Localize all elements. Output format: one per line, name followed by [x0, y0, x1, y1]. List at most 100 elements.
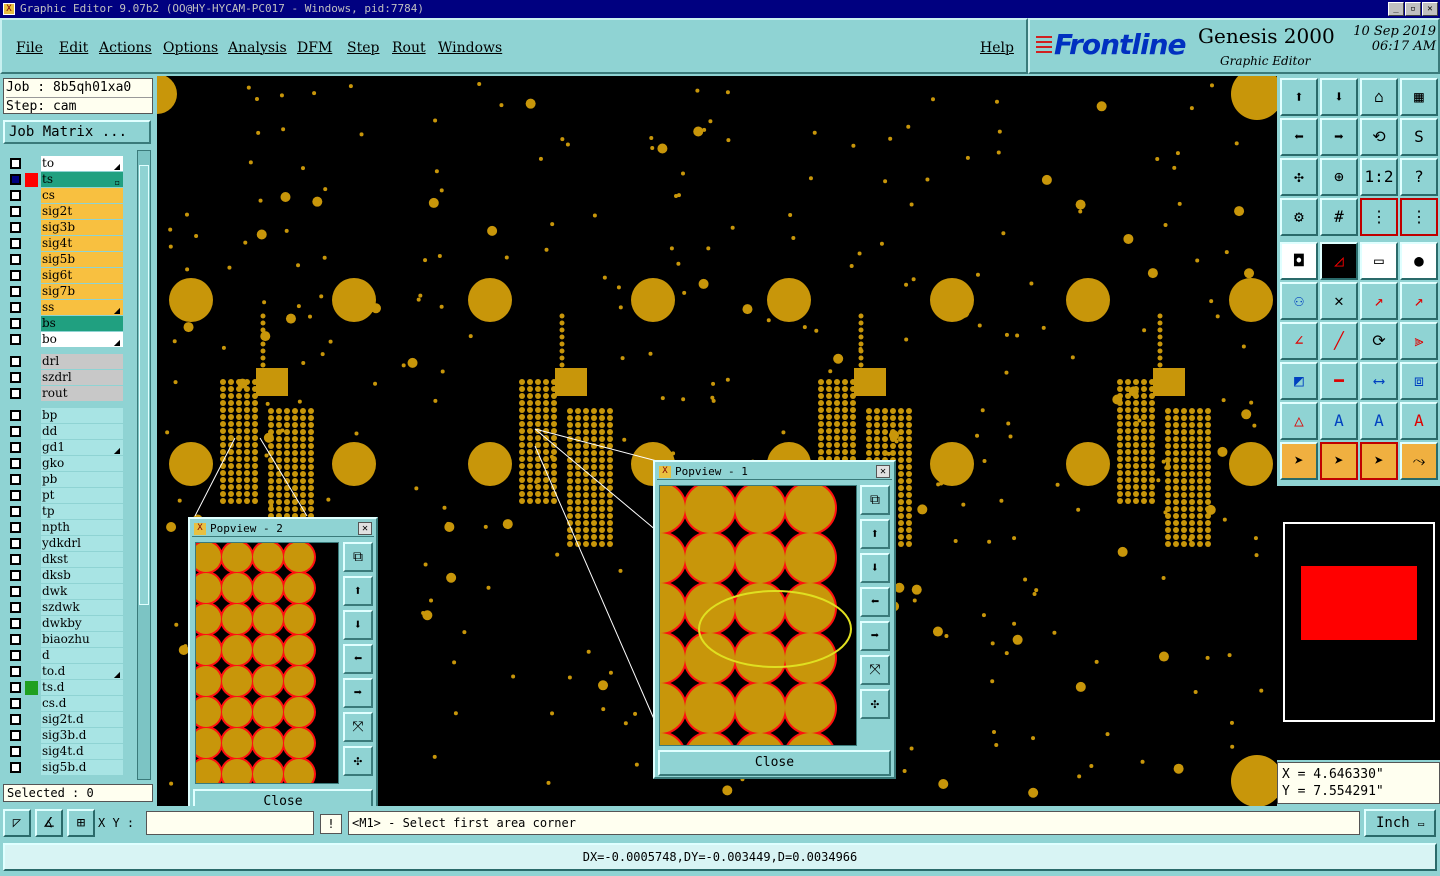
measure-icon[interactable]: ⚙: [1280, 198, 1318, 236]
layer-row-sig7b[interactable]: sig7b: [5, 284, 125, 300]
layer-name[interactable]: ts.d: [41, 680, 123, 695]
menu-rout[interactable]: Rout: [392, 40, 426, 56]
pv1-zoom-out-icon[interactable]: ⤧: [860, 655, 890, 685]
layer-checkbox[interactable]: [10, 158, 21, 169]
menu-analysis[interactable]: Analysis: [228, 40, 287, 56]
pv1-pan-right-icon[interactable]: ➡: [860, 621, 890, 651]
layer-row-ts[interactable]: ts ▫: [5, 172, 125, 188]
polygon-icon[interactable]: △: [1280, 402, 1318, 440]
popview-2-view[interactable]: [195, 542, 339, 784]
layer-row-dwkby[interactable]: dwkby: [5, 616, 125, 632]
layer-name[interactable]: sig4t.d: [41, 744, 123, 759]
layer-name[interactable]: biaozhu: [41, 632, 123, 647]
text-edit-icon[interactable]: A: [1360, 402, 1398, 440]
layer-checkbox[interactable]: [10, 650, 21, 661]
overview-viewport[interactable]: [1301, 566, 1417, 640]
save-step-icon[interactable]: ⬇: [1320, 78, 1358, 116]
zoom-1-2-icon[interactable]: 1:2: [1360, 158, 1398, 196]
popview-1-close-icon[interactable]: ✕: [876, 465, 890, 478]
layer-checkbox[interactable]: [10, 372, 21, 383]
menu-help[interactable]: Help: [980, 40, 1014, 56]
pan-left-icon[interactable]: ⬅: [1280, 118, 1318, 156]
layer-name[interactable]: sig6t: [41, 268, 123, 283]
snap-center-icon[interactable]: ⋮: [1400, 198, 1438, 236]
layer-checkbox[interactable]: [10, 746, 21, 757]
shapes-icon[interactable]: ⧈: [1400, 362, 1438, 400]
zoom-area-icon[interactable]: ◸: [3, 809, 31, 837]
layer-checkbox[interactable]: [10, 554, 21, 565]
layer-row-tp[interactable]: tp: [5, 504, 125, 520]
menu-actions[interactable]: Actions: [99, 40, 152, 56]
layer-row-bo[interactable]: bo ◢: [5, 332, 125, 348]
delete-icon[interactable]: ✕: [1320, 282, 1358, 320]
layer-name[interactable]: pt: [41, 488, 123, 503]
layer-checkbox[interactable]: [10, 714, 21, 725]
pad-icon[interactable]: ●: [1400, 242, 1438, 280]
layer-checkbox[interactable]: [10, 190, 21, 201]
menu-edit[interactable]: Edit: [59, 40, 88, 56]
layer-checkbox[interactable]: [10, 682, 21, 693]
draw-line-icon[interactable]: ◿: [1320, 242, 1358, 280]
pv1-pan-left-icon[interactable]: ⬅: [860, 587, 890, 617]
layer-checkbox[interactable]: [10, 522, 21, 533]
layer-checkbox[interactable]: [10, 334, 21, 345]
layer-checkbox[interactable]: [10, 730, 21, 741]
popview-1-close-button[interactable]: Close: [658, 750, 891, 776]
pointer-select-icon[interactable]: ➤: [1360, 442, 1398, 480]
zoom-fit-icon[interactable]: ✣: [1280, 158, 1318, 196]
layer-name[interactable]: szdwk: [41, 600, 123, 615]
pan-right-icon[interactable]: ➡: [1320, 118, 1358, 156]
layer-row-sig5b[interactable]: sig5b: [5, 252, 125, 268]
layer-name[interactable]: sig5b.d: [41, 760, 123, 775]
help-icon[interactable]: ?: [1400, 158, 1438, 196]
unit-selector[interactable]: Inch ▭: [1364, 809, 1436, 837]
overview-map[interactable]: [1283, 522, 1435, 722]
layer-name[interactable]: drl: [41, 354, 123, 369]
layer-row-to-d[interactable]: to.d ◢: [5, 664, 125, 680]
pv1-zoom-in-icon[interactable]: ✣: [860, 689, 890, 719]
menu-step[interactable]: Step: [347, 40, 379, 56]
ruler-icon[interactable]: ▭: [1360, 242, 1398, 280]
layer-name[interactable]: ss ◢: [41, 300, 123, 315]
pv2-pan-left-icon[interactable]: ⬅: [343, 644, 373, 674]
layer-name[interactable]: npth: [41, 520, 123, 535]
resize-icon[interactable]: ⟷: [1360, 362, 1398, 400]
pv2-pan-up-icon[interactable]: ⬆: [343, 576, 373, 606]
layer-row-szdwk[interactable]: szdwk: [5, 600, 125, 616]
layer-checkbox[interactable]: [10, 474, 21, 485]
pv2-zoom-out-icon[interactable]: ⤧: [343, 712, 373, 742]
layer-name[interactable]: dd: [41, 424, 123, 439]
layer-row-sig6t[interactable]: sig6t: [5, 268, 125, 284]
layer-name[interactable]: dkst: [41, 552, 123, 567]
layer-checkbox[interactable]: [10, 538, 21, 549]
layer-checkbox[interactable]: [10, 174, 21, 185]
layer-name[interactable]: sig3b.d: [41, 728, 123, 743]
layer-name[interactable]: ts ▫: [41, 172, 123, 187]
layer-checkbox[interactable]: [10, 586, 21, 597]
layer-name[interactable]: sig5b: [41, 252, 123, 267]
layer-scrollbar-thumb[interactable]: [139, 165, 149, 605]
layer-row-d[interactable]: d: [5, 648, 125, 664]
route-icon[interactable]: ⤳: [1400, 442, 1438, 480]
layer-name[interactable]: to ◢: [41, 156, 123, 171]
layer-row-sig4t-d[interactable]: sig4t.d: [5, 744, 125, 760]
layer-checkbox[interactable]: [10, 388, 21, 399]
maximize-button[interactable]: ▫: [1405, 2, 1421, 16]
close-window-button[interactable]: ✕: [1422, 2, 1438, 16]
window-icon[interactable]: ▦: [1400, 78, 1438, 116]
menu-dfm[interactable]: DFM: [297, 40, 332, 56]
layer-checkbox[interactable]: [10, 206, 21, 217]
pv2-zoom-window-icon[interactable]: ⧉: [343, 542, 373, 572]
layer-row-drl[interactable]: drl: [5, 354, 125, 370]
layer-row-npth[interactable]: npth: [5, 520, 125, 536]
layer-name[interactable]: dwkby: [41, 616, 123, 631]
layer-row-gko[interactable]: gko: [5, 456, 125, 472]
layer-row-bs[interactable]: bs: [5, 316, 125, 332]
layer-name[interactable]: pb: [41, 472, 123, 487]
measure-angle-icon[interactable]: ∡: [35, 809, 63, 837]
layer-row-rout[interactable]: rout: [5, 386, 125, 402]
layer-row-dkst[interactable]: dkst: [5, 552, 125, 568]
menu-windows[interactable]: Windows: [438, 40, 502, 56]
layer-name[interactable]: sig4t: [41, 236, 123, 251]
layer-checkbox[interactable]: [10, 602, 21, 613]
